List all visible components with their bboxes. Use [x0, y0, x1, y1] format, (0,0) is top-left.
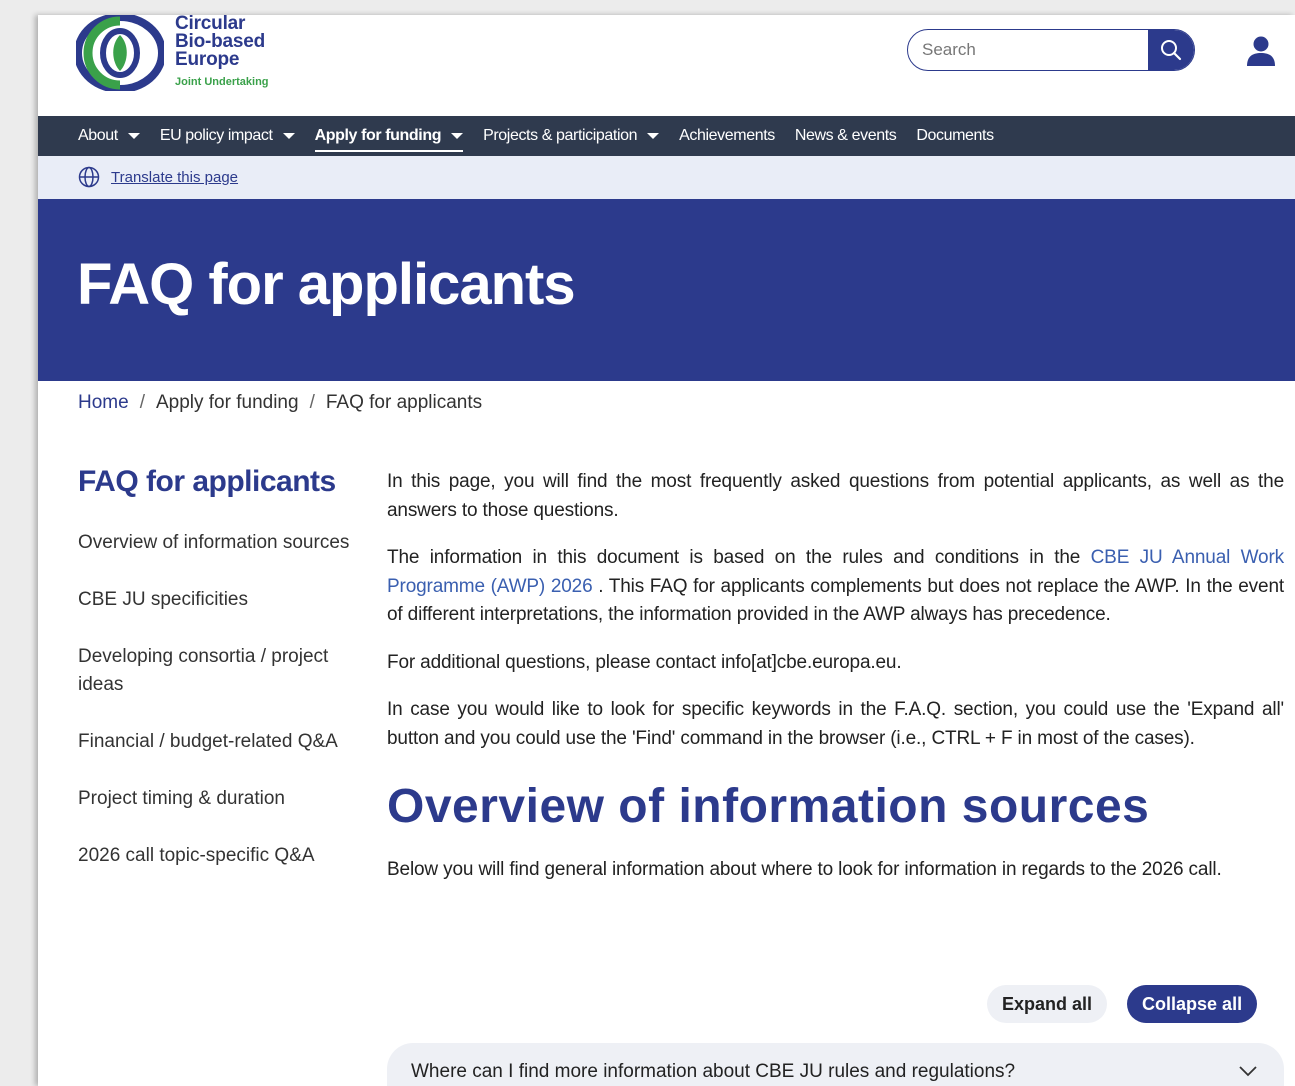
- nav-item-label: Achievements: [679, 127, 775, 144]
- nav-item-label: Projects & participation: [483, 127, 638, 144]
- nav-items: About EU policy impact Apply for funding Pr…: [78, 116, 1014, 156]
- sidebar-title: FAQ for applicants: [78, 465, 336, 498]
- sidebar-item-overview[interactable]: Overview of information sources: [78, 529, 358, 557]
- main-content: In this page, you will find the most fre…: [387, 468, 1284, 1086]
- nav-item-about[interactable]: About: [78, 116, 140, 156]
- logo-mark-icon: [76, 15, 164, 91]
- translate-control: Translate this page: [78, 166, 238, 188]
- awp-text-pre: The information in this document is base…: [387, 547, 1091, 568]
- site-logo[interactable]: Circular Bio-based Europe Joint Undertak…: [76, 15, 316, 95]
- chevron-down-icon: [1239, 1066, 1257, 1077]
- main-navigation: About EU policy impact Apply for funding Pr…: [38, 116, 1295, 156]
- nav-item-news-events[interactable]: News & events: [795, 116, 897, 156]
- nav-item-projects-participation[interactable]: Projects & participation: [483, 116, 660, 156]
- breadcrumb-separator: /: [309, 392, 315, 413]
- nav-item-documents[interactable]: Documents: [916, 116, 994, 156]
- awp-paragraph: The information in this document is base…: [387, 544, 1284, 630]
- sidebar-item-specificities[interactable]: CBE JU specificities: [78, 586, 358, 614]
- sidebar-item-consortia[interactable]: Developing consortia / project ideas: [78, 643, 358, 699]
- logo-line-3: Europe: [175, 49, 240, 70]
- sidebar: FAQ for applicants Overview of informati…: [78, 465, 358, 899]
- translate-link[interactable]: Translate this page: [111, 169, 238, 186]
- user-icon[interactable]: [1246, 35, 1276, 67]
- sidebar-item-call-topics[interactable]: 2026 call topic-specific Q&A: [78, 842, 358, 870]
- breadcrumb-home[interactable]: Home: [78, 392, 129, 414]
- logo-text: Circular Bio-based Europe: [175, 15, 265, 69]
- breadcrumb: Home / Apply for funding / FAQ for appli…: [78, 392, 482, 414]
- search-box: [907, 29, 1195, 71]
- contact-paragraph: For additional questions, please contact…: [387, 651, 902, 673]
- globe-icon: [78, 166, 100, 188]
- page-title: FAQ for applicants: [77, 252, 576, 317]
- accordion-question: Where can I find more information about …: [411, 1061, 1016, 1082]
- site-header: Circular Bio-based Europe Joint Undertak…: [38, 15, 1295, 116]
- nav-item-label: News & events: [794, 127, 897, 144]
- nav-item-label: EU policy impact: [159, 127, 273, 144]
- nav-item-label: Documents: [916, 127, 994, 144]
- caret-down-icon: [647, 133, 660, 139]
- hero-banner: FAQ for applicants: [38, 199, 1295, 381]
- intro-paragraph: In this page, you will find the most fre…: [387, 471, 1284, 521]
- breadcrumb-separator: /: [139, 392, 145, 413]
- page: Circular Bio-based Europe Joint Undertak…: [38, 15, 1295, 1086]
- collapse-all-button[interactable]: Collapse all: [1127, 985, 1258, 1023]
- sidebar-item-financial[interactable]: Financial / budget-related Q&A: [78, 728, 358, 756]
- accordion-actions: Expand all Collapse all: [987, 985, 1258, 1023]
- search-input[interactable]: [908, 30, 1162, 69]
- caret-down-icon: [127, 133, 140, 139]
- nav-item-achievements[interactable]: Achievements: [679, 116, 775, 156]
- search-icon: [1161, 40, 1182, 61]
- nav-item-apply-for-funding[interactable]: Apply for funding: [314, 116, 464, 156]
- caret-down-icon: [451, 133, 464, 139]
- breadcrumb-apply-for-funding[interactable]: Apply for funding: [156, 392, 299, 414]
- sidebar-item-timing[interactable]: Project timing & duration: [78, 785, 358, 813]
- accordion-item[interactable]: Where can I find more information about …: [387, 1043, 1284, 1086]
- expand-all-button[interactable]: Expand all: [987, 985, 1108, 1023]
- nav-item-label: About: [78, 127, 118, 144]
- search-button[interactable]: [1148, 30, 1194, 70]
- logo-subtitle: Joint Undertaking: [175, 76, 269, 88]
- search-tip-paragraph: In case you would like to look for speci…: [387, 699, 1284, 749]
- caret-down-icon: [282, 133, 295, 139]
- section-title: Overview of information sources: [387, 780, 1150, 833]
- nav-item-eu-policy-impact[interactable]: EU policy impact: [160, 116, 295, 156]
- nav-item-label: Apply for funding: [314, 127, 442, 144]
- translate-bar: Translate this page: [38, 156, 1295, 199]
- breadcrumb-current: FAQ for applicants: [325, 392, 483, 413]
- section-description: Below you will find general information …: [387, 859, 1222, 880]
